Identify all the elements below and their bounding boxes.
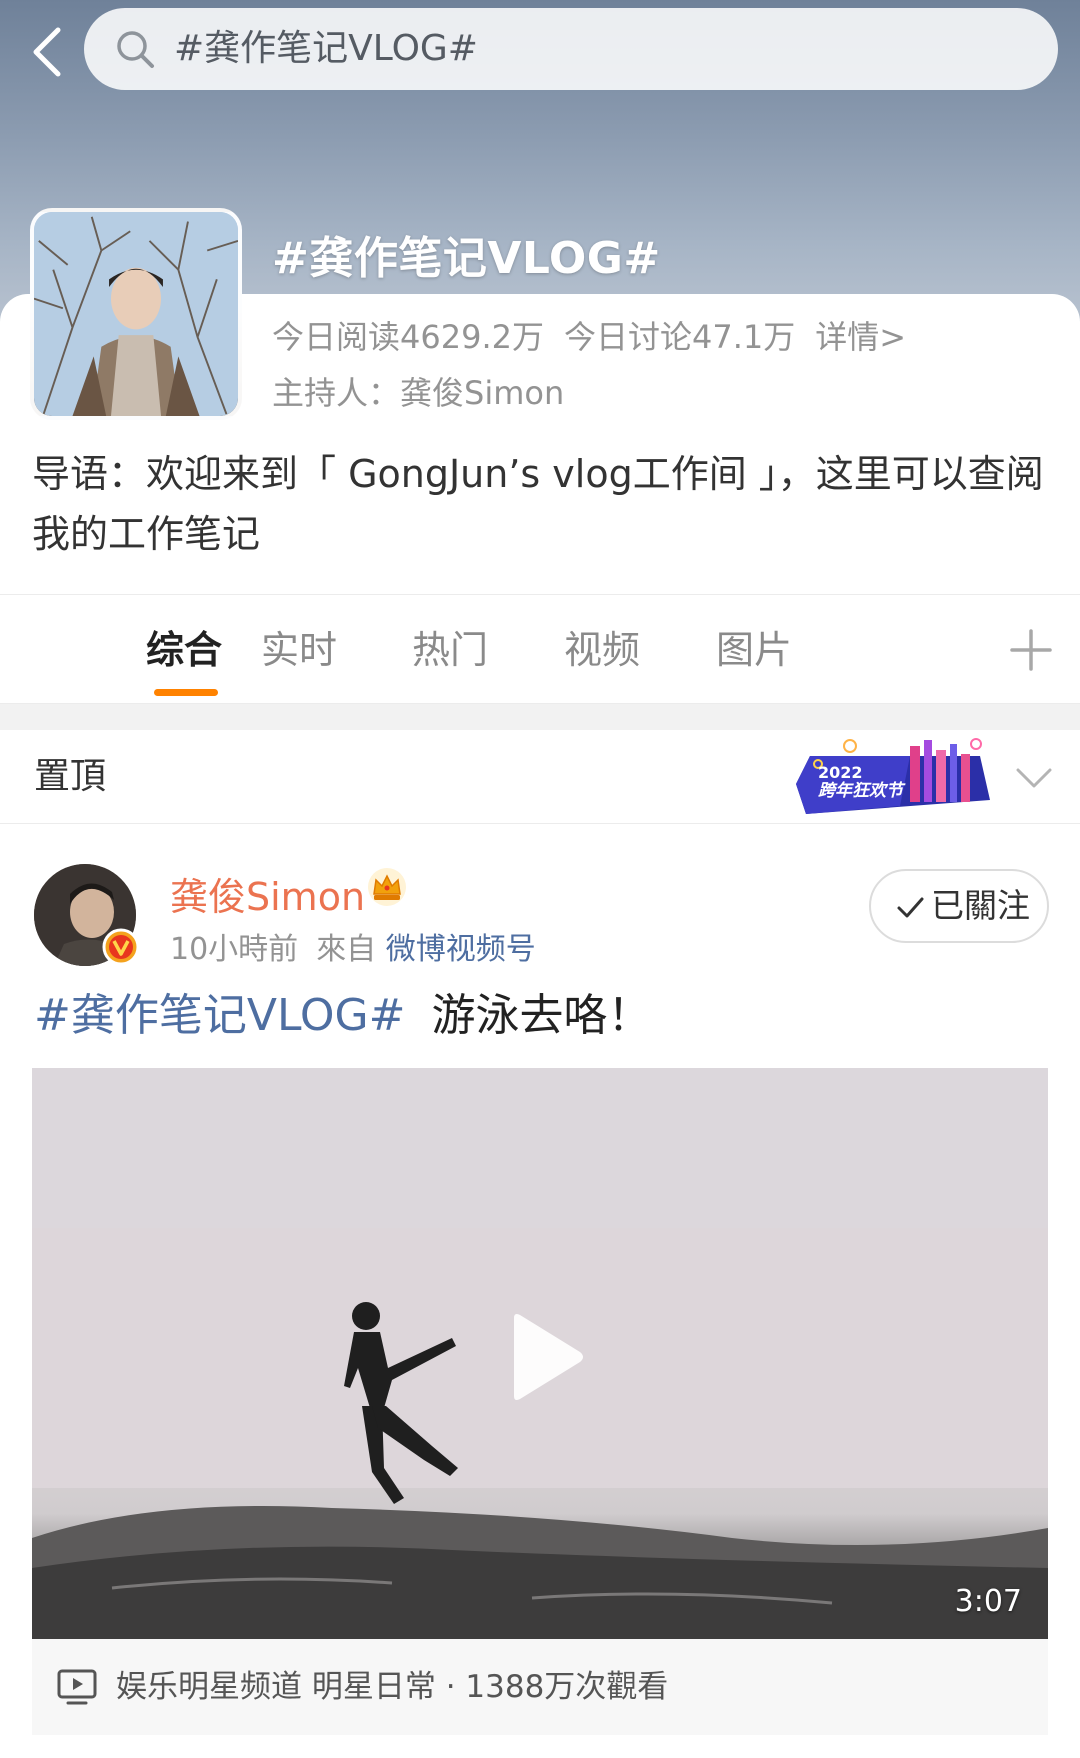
search-query: #龚作笔记VLOG#	[174, 28, 478, 69]
post-hashtag-link[interactable]: #龚作笔记VLOG#	[34, 990, 406, 1041]
new-year-carnival-badge[interactable]: 2022 跨年狂欢节	[790, 734, 994, 822]
following-label: 已關注	[931, 886, 1030, 925]
topic-title: #龚作笔记VLOG#	[272, 233, 661, 284]
verified-badge-icon	[102, 928, 140, 966]
topic-cover-image[interactable]	[30, 208, 242, 420]
chevron-down-icon[interactable]	[1012, 756, 1056, 800]
video-player[interactable]: 3:07	[32, 1068, 1048, 1639]
cover-photo-icon	[34, 212, 238, 416]
tab-realtime[interactable]: 实时	[249, 595, 349, 705]
tab-video[interactable]: 视频	[552, 595, 652, 705]
active-tab-indicator	[154, 689, 218, 696]
post-author-name[interactable]: 龚俊Simon	[170, 866, 365, 921]
carnival-text: 2022 跨年狂欢节	[818, 763, 903, 801]
pinned-row[interactable]: 置頂 2022 跨年狂欢节	[0, 730, 1080, 824]
post-body: 游泳去咯！	[431, 990, 652, 1041]
post-time: 10小時前	[170, 932, 299, 967]
topic-host[interactable]: 主持人：龚俊Simon	[272, 368, 564, 414]
pinned-label: 置頂	[34, 756, 107, 797]
back-button[interactable]	[18, 20, 82, 84]
following-button[interactable]: 已關注	[869, 869, 1049, 943]
checkmark-icon	[897, 897, 924, 918]
play-icon[interactable]	[506, 1312, 586, 1402]
discussions-today: 今日讨论47.1万	[563, 318, 796, 356]
search-icon	[117, 31, 154, 68]
post-text: #龚作笔记VLOG# 游泳去咯！	[34, 986, 652, 1046]
tab-hot[interactable]: 热门	[400, 595, 500, 705]
add-tab-icon[interactable]	[1006, 625, 1056, 675]
video-channel-icon	[57, 1669, 97, 1705]
search-input[interactable]: #龚作笔记VLOG#	[84, 8, 1058, 90]
video-duration: 3:07	[954, 1584, 1022, 1619]
details-link[interactable]: 详情>	[815, 318, 906, 356]
section-divider	[0, 704, 1080, 730]
video-channel-info: 娱乐明星频道 明星日常 · 1388万次觀看	[116, 1669, 669, 1705]
tab-images[interactable]: 图片	[704, 595, 804, 705]
topic-stats: 今日阅读4629.2万 今日讨论47.1万 详情>	[272, 312, 926, 358]
tab-bar: 综合 实时 热门 视频 图片	[0, 594, 1080, 704]
post-source-link[interactable]: 微博视频号	[386, 932, 536, 967]
reads-today: 今日阅读4629.2万	[272, 318, 544, 356]
author-avatar[interactable]	[34, 864, 140, 966]
crown-icon	[368, 868, 406, 906]
post-from-label: 來自	[316, 932, 377, 967]
video-footer[interactable]: 娱乐明星频道 明星日常 · 1388万次觀看	[32, 1639, 1048, 1735]
post-meta: 10小時前 來自 微博视频号	[170, 924, 536, 968]
chevron-left-icon	[33, 27, 61, 77]
topic-intro: 导语：欢迎来到「 GongJun’s vlog工作间 」，这里可以查阅我的工作笔…	[32, 452, 1044, 556]
carnival-year: 2022	[818, 763, 863, 782]
carnival-name: 跨年狂欢节	[818, 781, 903, 801]
